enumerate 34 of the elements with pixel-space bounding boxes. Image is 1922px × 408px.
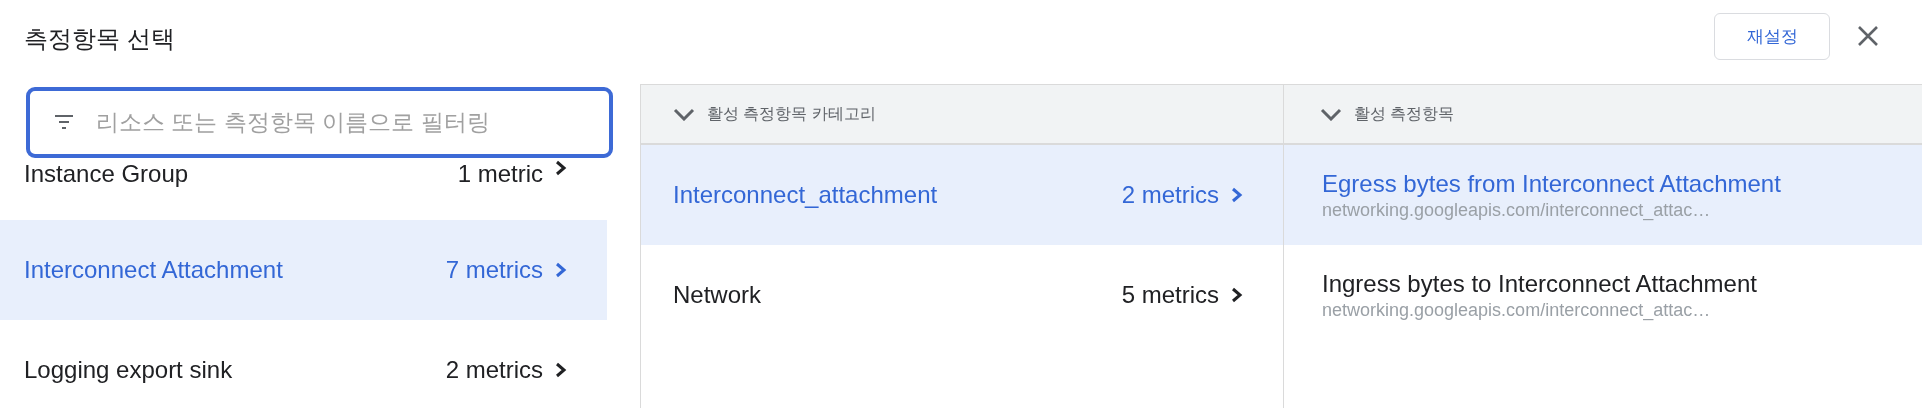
metric-name: Ingress bytes to Interconnect Attachment xyxy=(1322,269,1758,298)
item-name: Instance Group xyxy=(24,160,190,188)
chevron-right-icon xyxy=(555,160,567,176)
category-item[interactable]: Interconnect_attachment 2 metrics xyxy=(641,145,1283,245)
metric-count: 7 metrics xyxy=(445,256,543,284)
resource-item[interactable]: Instance Group 1 metric xyxy=(0,156,607,220)
item-name: Network xyxy=(673,281,763,309)
metric-path: networking.googleapis.com/interconnect_attac… xyxy=(1322,299,1712,321)
dialog-title: 측정항목 선택 xyxy=(24,24,176,54)
metric-item[interactable]: Ingress bytes to Interconnect Attachment networking.googleapis.com/interconnect_attac… xyxy=(1284,245,1922,345)
chevron-down-icon[interactable] xyxy=(673,107,695,121)
item-name: Interconnect Attachment xyxy=(24,256,284,284)
close-icon[interactable] xyxy=(1856,24,1880,48)
item-name: Interconnect_attachment xyxy=(673,181,939,209)
metric-path: networking.googleapis.com/interconnect_attac… xyxy=(1322,199,1712,221)
chevron-right-icon xyxy=(555,362,567,378)
resource-item[interactable]: Interconnect Attachment 7 metrics xyxy=(0,220,607,320)
metric-count: 2 metrics xyxy=(445,356,543,384)
search-field[interactable]: 리소스 또는 측정항목 이름으로 필터링 xyxy=(26,87,613,158)
reset-button[interactable]: 재설정 xyxy=(1714,12,1830,60)
category-item[interactable]: Network 5 metrics xyxy=(641,245,1283,345)
metric-item[interactable]: Egress bytes from Interconnect Attachment networking.googleapis.com/interconnect_attac… xyxy=(1284,145,1922,245)
metric-name: Egress bytes from Interconnect Attachment xyxy=(1322,169,1782,198)
resource-item[interactable]: Logging export sink 2 metrics xyxy=(0,320,607,408)
metric-count: 1 metric xyxy=(457,160,543,188)
column-header: 활성 측정항목 카테고리 xyxy=(707,103,876,124)
chevron-right-icon xyxy=(555,262,567,278)
metric-count: 5 metrics xyxy=(1121,281,1219,309)
column-header: 활성 측정항목 xyxy=(1354,103,1455,124)
metric-count: 2 metrics xyxy=(1121,181,1219,209)
chevron-right-icon xyxy=(1231,187,1243,203)
chevron-down-icon[interactable] xyxy=(1320,107,1342,121)
chevron-right-icon xyxy=(1231,287,1243,303)
item-name: Logging export sink xyxy=(24,356,234,384)
